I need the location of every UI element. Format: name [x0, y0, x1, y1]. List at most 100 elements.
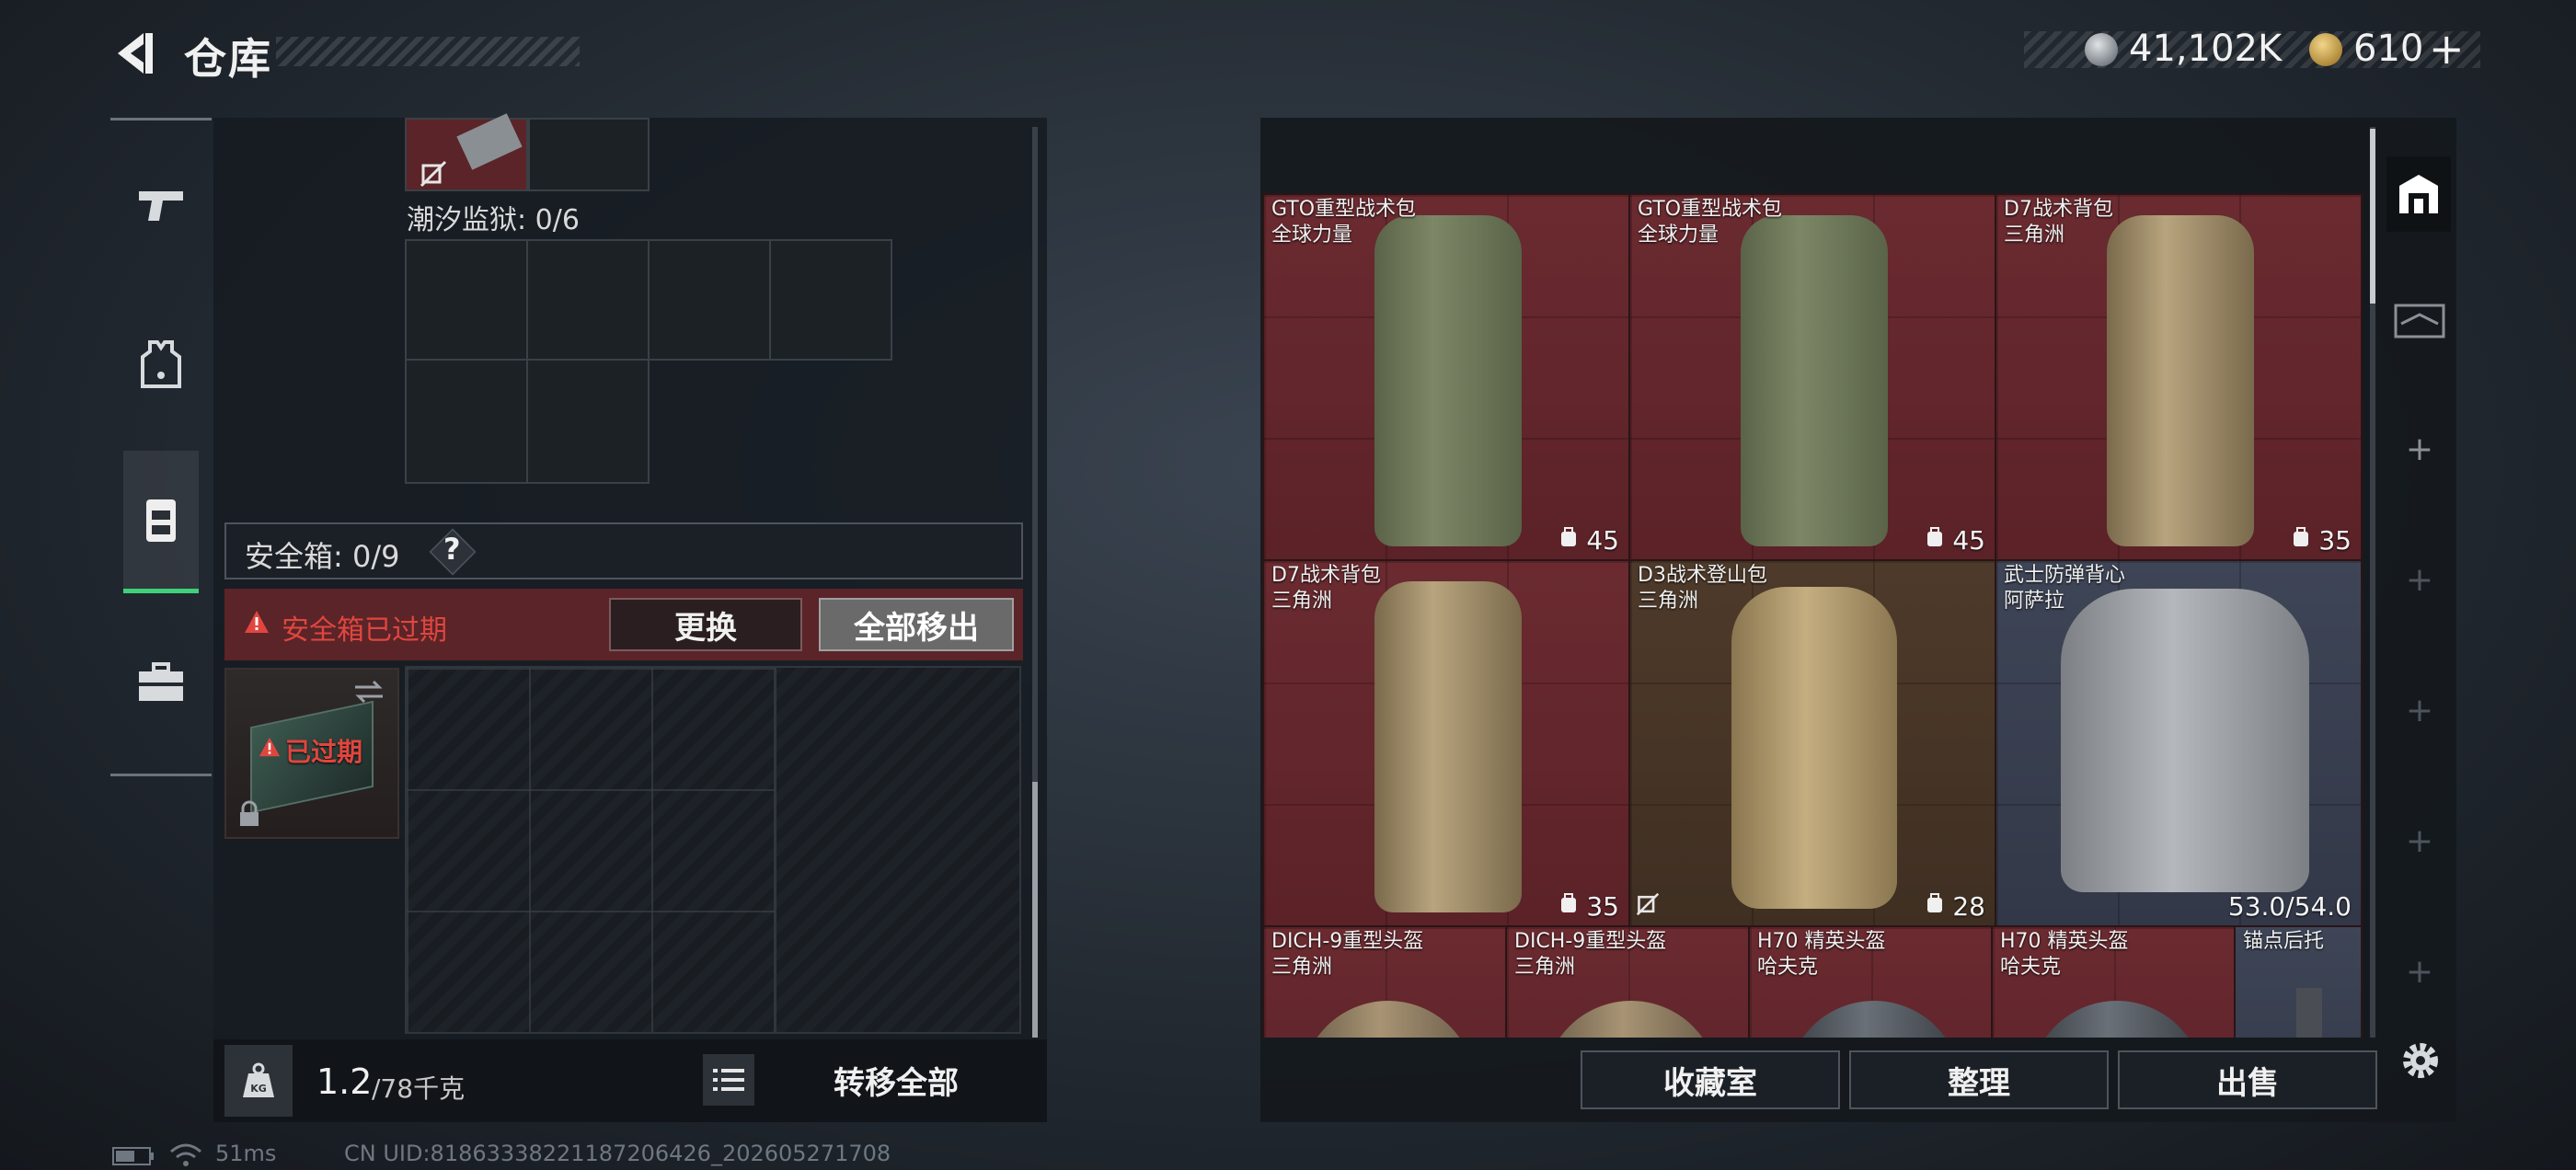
add-page-button[interactable]: + [2398, 561, 2442, 599]
container-item[interactable] [405, 113, 528, 191]
capacity-icon [1927, 893, 1942, 912]
item-brand: 三角洲 [1638, 590, 1699, 613]
weight-button[interactable]: KG [224, 1045, 293, 1117]
item-card[interactable]: 锚点后托 [2234, 925, 2363, 1038]
rail-item-case[interactable] [120, 637, 202, 728]
warning-icon [245, 611, 269, 633]
item-name: D3战术登山包 [1638, 564, 1767, 587]
safebox-grid-cells [407, 668, 776, 1032]
backpack-image [1731, 587, 1897, 909]
gold-currency-value: 610 [2353, 28, 2424, 70]
rail-item-backpack[interactable] [123, 451, 199, 593]
swap-button[interactable]: 更换 [609, 598, 802, 651]
title-decoration [276, 37, 580, 66]
item-capacity: 45 [1586, 525, 1619, 556]
wifi-icon [170, 1143, 201, 1166]
rail-item-armor[interactable] [120, 318, 202, 410]
add-page-button[interactable]: + [2398, 692, 2442, 729]
item-card[interactable]: D7战术背包 三角洲 35 [1995, 193, 2363, 561]
item-brand: 全球力量 [1271, 224, 1353, 247]
svg-text:KG: KG [250, 1083, 267, 1095]
item-name: DICH-9重型头盔 [1271, 930, 1424, 953]
safebox-expired-badge: 已过期 [285, 737, 363, 767]
storage-grid: GTO重型战术包 全球力量 45 GTO重型战术包 全球力量 45 D7战术背包… [1262, 193, 2363, 1038]
vest-image [2061, 589, 2309, 892]
weight-current: 1.2 [316, 1061, 373, 1102]
expired-warning-icon [259, 737, 281, 757]
item-brand: 三角洲 [2004, 224, 2065, 247]
sell-button[interactable]: 出售 [2118, 1050, 2377, 1109]
settings-gear-icon[interactable] [2398, 1038, 2444, 1084]
inventory-scroll-thumb[interactable] [1032, 782, 1038, 1038]
gun-case-icon [2394, 304, 2445, 338]
rail-item-weapon[interactable] [120, 158, 202, 250]
swap-arrows-icon [355, 680, 383, 704]
item-card[interactable]: H70 精英头盔 哈夫克 [1748, 925, 1993, 1038]
item-brand: 三角洲 [1514, 956, 1576, 979]
collection-room-button[interactable]: 收藏室 [1581, 1050, 1840, 1109]
item-name: H70 精英头盔 [2000, 930, 2129, 953]
item-card[interactable]: DICH-9重型头盔 三角洲 [1505, 925, 1750, 1038]
safebox-capacity-label: 安全箱: 0/9 [245, 539, 400, 574]
backpack-image [1374, 581, 1522, 912]
item-card[interactable]: D7战术背包 三角洲 35 [1262, 559, 1630, 927]
grid-slot[interactable] [405, 359, 528, 484]
add-currency-button[interactable]: + [2429, 24, 2465, 74]
storage-page-main[interactable] [2386, 156, 2451, 232]
organize-button[interactable]: 整理 [1849, 1050, 2109, 1109]
gold-coin-icon [2309, 33, 2342, 66]
item-card[interactable]: GTO重型战术包 全球力量 45 [1262, 193, 1630, 561]
item-card[interactable]: DICH-9重型头盔 三角洲 [1262, 925, 1507, 1038]
item-name: 锚点后托 [2243, 930, 2325, 953]
transfer-all-button[interactable]: 转移全部 [778, 1054, 1014, 1106]
backpack-image [1374, 215, 1522, 546]
container-capacity-label: 潮汐监狱: 0/6 [407, 204, 580, 236]
item-name: GTO重型战术包 [1638, 198, 1783, 221]
grid-slot[interactable] [405, 239, 528, 361]
back-arrow-icon[interactable] [109, 28, 160, 79]
help-icon[interactable]: ? [443, 532, 461, 567]
lock-icon [240, 800, 259, 826]
item-capacity: 28 [1952, 891, 1985, 922]
item-capacity: 35 [1586, 891, 1619, 922]
briefcase-icon [139, 662, 183, 701]
grid-slot[interactable] [526, 239, 650, 361]
backpack-image [2107, 215, 2254, 546]
grid-slot[interactable] [648, 239, 771, 361]
storage-page-2[interactable] [2390, 291, 2449, 350]
grid-slot[interactable] [526, 359, 650, 484]
item-brand: 哈夫克 [2000, 956, 2062, 979]
weight-max: /78千克 [372, 1073, 466, 1104]
backpack-icon [146, 499, 176, 542]
item-card[interactable]: 武士防弹背心 阿萨拉 53.0/54.0 [1995, 559, 2363, 927]
storage-scroll-thumb[interactable] [2370, 129, 2375, 304]
add-page-button[interactable]: + [2398, 953, 2442, 991]
item-durability: 53.0/54.0 [2227, 891, 2352, 922]
item-name: D7战术背包 [1271, 564, 1381, 587]
safebox-grid[interactable] [405, 666, 1021, 1034]
backpack-image [1741, 215, 1888, 546]
item-name: H70 精英头盔 [1757, 930, 1886, 953]
add-page-button[interactable]: + [2398, 430, 2442, 468]
move-all-out-button[interactable]: 全部移出 [819, 598, 1014, 651]
uid-text: CN UID:81863338221187206426_202605271708 [344, 1141, 891, 1166]
battery-icon [112, 1147, 154, 1165]
add-page-button[interactable]: + [2398, 822, 2442, 860]
item-name: DICH-9重型头盔 [1514, 930, 1667, 953]
silver-coin-icon [2085, 33, 2118, 66]
grid-slot[interactable] [528, 118, 650, 191]
item-capacity: 45 [1952, 525, 1985, 556]
item-card[interactable]: D3战术登山包 三角洲 28 [1628, 559, 1996, 927]
item-card[interactable]: GTO重型战术包 全球力量 45 [1628, 193, 1996, 561]
expired-warning-text: 安全箱已过期 [282, 614, 447, 647]
item-brand: 阿萨拉 [2004, 590, 2065, 613]
item-card[interactable]: H70 精英头盔 哈夫克 [1991, 925, 2236, 1038]
grid-slot[interactable] [769, 239, 892, 361]
item-name: 武士防弹背心 [2004, 564, 2126, 587]
pistol-icon [139, 191, 183, 221]
warehouse-icon [2399, 175, 2438, 213]
item-capacity: 35 [2318, 525, 2352, 556]
safebox-slot[interactable]: 已过期 [224, 668, 399, 839]
list-view-button[interactable] [703, 1054, 754, 1106]
stock-image [2296, 988, 2322, 1038]
